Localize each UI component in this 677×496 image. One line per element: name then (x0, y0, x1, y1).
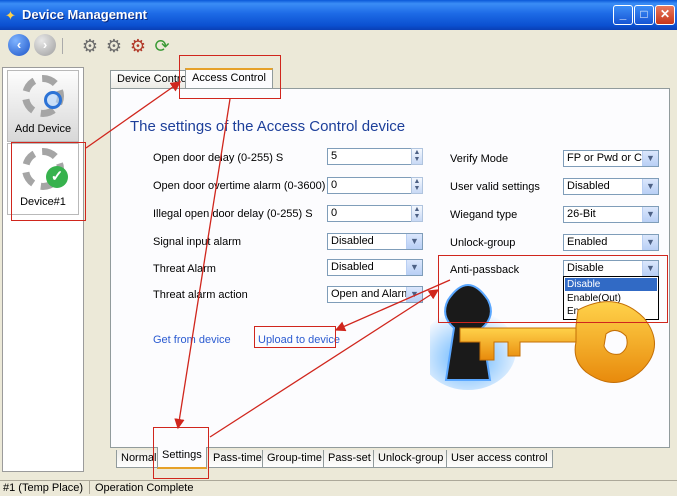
unlock-group-label: Unlock-group (450, 237, 516, 249)
illegal-delay-spinner[interactable]: ▲ ▼ (411, 205, 423, 222)
section-title: The settings of the Access Control devic… (130, 118, 406, 135)
overtime-alarm-spinner[interactable]: ▲ ▼ (411, 177, 423, 194)
threat-alarm-label: Threat Alarm (153, 263, 216, 275)
threat-alarm-select[interactable]: Disabled ▼ (327, 259, 423, 276)
user-valid-select[interactable]: Disabled ▼ (563, 178, 659, 195)
get-from-device-link[interactable]: Get from device (153, 334, 231, 346)
chevron-down-icon: ▼ (406, 260, 422, 275)
wiegand-type-select[interactable]: 26-Bit ▼ (563, 206, 659, 223)
annotation-box-upload (254, 326, 336, 348)
chevron-down-icon: ▼ (406, 234, 422, 249)
user-valid-label: User valid settings (450, 181, 540, 193)
forward-icon[interactable]: › (34, 34, 56, 56)
status-message: Operation Complete (95, 482, 194, 494)
threat-action-label: Threat alarm action (153, 289, 248, 301)
illegal-delay-input[interactable]: 0 (327, 205, 415, 222)
back-icon[interactable]: ‹ (8, 34, 30, 56)
threat-alarm-value: Disabled (331, 261, 374, 273)
tab-group-time[interactable]: Group-time (262, 450, 328, 468)
verify-mode-label: Verify Mode (450, 153, 509, 165)
chevron-down-icon: ▼ (642, 179, 658, 194)
threat-action-select[interactable]: Open and Alarm ▼ (327, 286, 423, 303)
threat-action-value: Open and Alarm (331, 288, 411, 300)
overtime-alarm-label: Open door overtime alarm (0-3600) S (153, 180, 336, 192)
maximize-button[interactable]: □ (634, 5, 654, 25)
annotation-box-anti-passback (438, 255, 668, 323)
open-door-delay-spinner[interactable]: ▲ ▼ (411, 148, 423, 165)
user-valid-value: Disabled (567, 180, 610, 192)
unlock-group-value: Enabled (567, 236, 608, 248)
magnifier-icon (44, 91, 62, 109)
minimize-button[interactable]: _ (613, 5, 633, 25)
signal-input-alarm-value: Disabled (331, 235, 374, 247)
illegal-delay-label: Illegal open door delay (0-255) S (153, 208, 313, 220)
chevron-down-icon: ▼ (642, 207, 658, 222)
wiegand-type-value: 26-Bit (567, 208, 596, 220)
status-device: #1 (Temp Place) (3, 482, 84, 494)
annotation-box-settings (153, 427, 209, 479)
gear-delete-icon[interactable]: ⚙ (128, 36, 148, 56)
toolbar (0, 30, 677, 64)
unlock-group-select[interactable]: Enabled ▼ (563, 234, 659, 251)
signal-input-alarm-label: Signal input alarm (153, 236, 242, 248)
gear-icon[interactable]: ⚙ (80, 36, 100, 56)
annotation-box-access-control (179, 55, 281, 99)
wiegand-type-label: Wiegand type (450, 209, 518, 221)
gear-search-icon[interactable]: ⚙ (104, 36, 124, 56)
chevron-down-icon: ▼ (406, 287, 422, 302)
open-door-delay-input[interactable]: 5 (327, 148, 415, 165)
refresh-icon[interactable]: ⟳ (152, 36, 172, 56)
overtime-alarm-input[interactable]: 0 (327, 177, 415, 194)
window-title: Device Management (22, 7, 147, 22)
app-icon: ✦ (5, 8, 16, 23)
tab-unlock-group[interactable]: Unlock-group (373, 450, 449, 468)
tab-user-access-control[interactable]: User access control (446, 450, 553, 468)
add-device-button[interactable]: Add Device (7, 70, 79, 142)
tab-pass-time[interactable]: Pass-time (208, 450, 267, 468)
signal-input-alarm-select[interactable]: Disabled ▼ (327, 233, 423, 250)
open-door-delay-label: Open door delay (0-255) S (153, 152, 284, 164)
verify-mode-value: FP or Pwd or Ca (567, 152, 649, 164)
toolbar-separator (62, 38, 63, 54)
tab-pass-set[interactable]: Pass-set (323, 450, 376, 468)
verify-mode-select[interactable]: FP or Pwd or Ca ▼ (563, 150, 659, 167)
chevron-down-icon: ▼ (642, 235, 658, 250)
close-button[interactable]: ✕ (655, 5, 675, 25)
status-separator (89, 481, 90, 494)
chevron-down-icon: ▼ (642, 151, 658, 166)
annotation-box-device (11, 142, 86, 221)
add-device-label: Add Device (14, 123, 72, 135)
